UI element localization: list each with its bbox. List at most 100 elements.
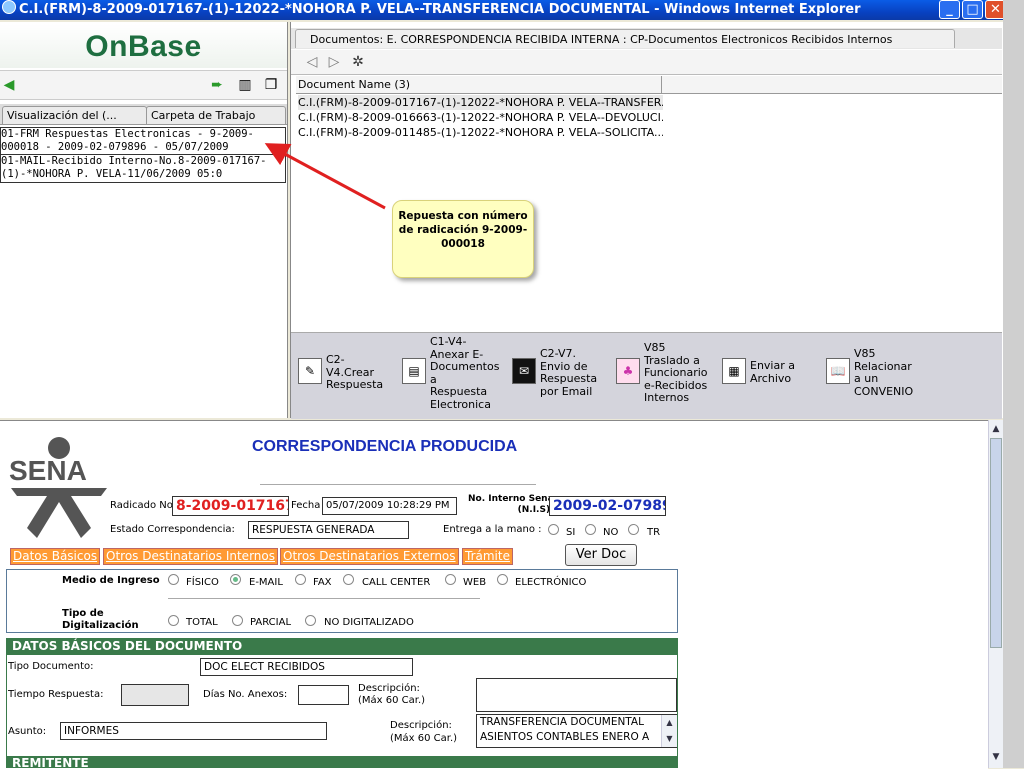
entrega-no-radio[interactable]: [585, 524, 596, 535]
tab-carpeta-trabajo[interactable]: Carpeta de Trabajo: [146, 106, 286, 124]
interno-field[interactable]: 2009-02-079896: [549, 496, 666, 516]
medio-web-label: WEB: [463, 577, 487, 588]
tab-datos-basicos[interactable]: Datos Básicos: [10, 548, 101, 565]
tab-otros-destinatarios-internos[interactable]: Otros Destinatarios Internos: [103, 548, 278, 565]
attach-document-icon: ▤: [402, 358, 426, 384]
create-response-icon: ✎: [298, 358, 322, 384]
tab-tramite[interactable]: Trámite: [462, 548, 513, 565]
archive-icon: ▦: [722, 358, 746, 384]
entrega-si-label: SI: [566, 527, 576, 538]
medio-divider: [168, 598, 480, 599]
action-envio-email[interactable]: ✉ C2-V7. Envio de Respuesta por Email: [508, 336, 608, 414]
vertical-scrollbar[interactable]: ▲ ▼: [988, 420, 1003, 768]
medio-fisico-radio[interactable]: [168, 574, 179, 585]
minimize-button[interactable]: _: [939, 0, 960, 19]
settings-gear-icon[interactable]: ✲: [349, 53, 367, 71]
tiempo-respuesta-label: Tiempo Respuesta:: [8, 689, 104, 700]
entrega-tr-radio[interactable]: [628, 524, 639, 535]
anexos-field[interactable]: [298, 685, 349, 705]
action-relacionar-convenio[interactable]: 📖 V85 Relacionar a un CONVENIO: [822, 336, 932, 414]
split-view-icon[interactable]: ▥: [236, 76, 254, 94]
estado-label: Estado Correspondencia:: [110, 524, 235, 535]
forward-double-arrow-icon[interactable]: ➨: [208, 76, 226, 94]
medio-electronico-label: ELECTRÓNICO: [515, 577, 587, 588]
annotation-callout: Repuesta con número de radicación 9-2009…: [392, 200, 534, 278]
estado-field[interactable]: RESPUESTA GENERADA: [248, 521, 409, 539]
entrega-si-radio[interactable]: [548, 524, 559, 535]
document-row[interactable]: C.I.(FRM)-8-2009-016663-(1)-12022-*NOHOR…: [298, 110, 663, 125]
cascade-view-icon[interactable]: ❐: [262, 76, 280, 94]
descripcion2-textarea[interactable]: TRANSFERENCIA DOCUMENTAL ASIENTOS CONTAB…: [476, 714, 677, 748]
asunto-field[interactable]: INFORMES: [60, 722, 327, 740]
section-header: DATOS BÁSICOS DEL DOCUMENTO: [6, 638, 678, 655]
action-traslado-funcionario[interactable]: ♣ V85 Traslado a Funcionario e-Recibidos…: [612, 336, 716, 414]
sena-logo: SENA: [9, 437, 107, 538]
title-divider: [260, 484, 536, 485]
list-item[interactable]: 01-FRM Respuestas Electronicas - 9-2009-…: [1, 128, 285, 155]
tipo-documento-field[interactable]: DOC ELECT RECIBIDOS: [200, 658, 413, 676]
document-list-header: Document Name (3): [296, 76, 1002, 94]
medio-web-radio[interactable]: [445, 574, 456, 585]
dig-total-radio[interactable]: [168, 615, 179, 626]
ver-doc-button[interactable]: Ver Doc: [565, 544, 637, 566]
action-crear-respuesta[interactable]: ✎ C2- V4.Crear Respuesta: [294, 336, 394, 414]
descripcion-textarea[interactable]: [476, 678, 677, 712]
dig-parcial-radio[interactable]: [232, 615, 243, 626]
onbase-logo: OnBase: [0, 24, 287, 68]
column-separator[interactable]: [661, 76, 662, 93]
navigation-toolbar: ◁ ▷ ✲: [291, 50, 1002, 75]
tipo-documento-label: Tipo Documento:: [8, 661, 94, 672]
entrega-tr-label: TR: [647, 527, 661, 538]
documents-tab[interactable]: Documentos: E. CORRESPONDENCIA RECIBIDA …: [295, 29, 955, 48]
medio-electronico-radio[interactable]: [497, 574, 508, 585]
dig-no-digitalizado-radio[interactable]: [305, 615, 316, 626]
entrega-label: Entrega a la mano :: [443, 524, 542, 535]
radicado-label: Radicado No: [110, 500, 173, 511]
window-title-bar: C.I.(FRM)-8-2009-017167-(1)-12022-*NOHOR…: [0, 0, 1024, 20]
textarea-scrollbar[interactable]: ▲ ▼: [661, 715, 677, 747]
tiempo-respuesta-field[interactable]: [121, 684, 189, 706]
left-toolbar: ◀ ➨ ▥ ❐: [0, 70, 287, 100]
medio-fax-radio[interactable]: [295, 574, 306, 585]
window-edge: [1003, 0, 1024, 768]
ie-icon: [2, 0, 16, 14]
document-row[interactable]: C.I.(FRM)-8-2009-011485-(1)-12022-*NOHOR…: [298, 125, 663, 140]
action-enviar-archivo[interactable]: ▦ Enviar a Archivo: [718, 336, 818, 414]
scroll-thumb[interactable]: [990, 438, 1002, 648]
window-title: C.I.(FRM)-8-2009-017167-(1)-12022-*NOHOR…: [19, 2, 861, 17]
previous-icon[interactable]: ◁: [303, 53, 321, 71]
fecha-label: Fecha: [291, 500, 321, 511]
medio-fax-label: FAX: [313, 577, 332, 588]
tab-otros-destinatarios-externos[interactable]: Otros Destinatarios Externos: [280, 548, 459, 565]
asunto-label: Asunto:: [8, 726, 47, 737]
book-icon: 📖: [826, 358, 850, 384]
medio-label: Medio de Ingreso: [62, 575, 160, 586]
descripcion-label: Descripción: (Máx 60 Car.): [358, 683, 426, 706]
fecha-field[interactable]: 05/07/2009 10:28:29 PM: [322, 497, 457, 515]
document-row[interactable]: C.I.(FRM)-8-2009-017167-(1)-12022-*NOHOR…: [298, 95, 663, 110]
medio-callcenter-radio[interactable]: [343, 574, 354, 585]
annotation-arrow: [264, 143, 386, 210]
action-anexar-documentos[interactable]: ▤ C1-V4- Anexar E- Documentos a Respuest…: [398, 335, 506, 414]
entrega-no-label: NO: [603, 527, 619, 538]
maximize-button[interactable]: □: [962, 0, 983, 19]
svg-text:SENA: SENA: [9, 455, 87, 486]
medio-email-label: E-MAIL: [249, 577, 283, 588]
back-arrow-icon[interactable]: ◀: [0, 76, 18, 94]
medio-email-radio[interactable]: [230, 574, 241, 585]
email-icon: ✉: [512, 358, 536, 384]
dig-parcial-label: PARCIAL: [250, 617, 292, 628]
tab-visualizacion[interactable]: Visualización del (...: [2, 106, 147, 124]
interno-label: No. Interno Sena (N.I.S):: [468, 494, 554, 515]
column-document-name[interactable]: Document Name (3): [298, 77, 410, 92]
remitente-section-header: REMITENTE: [6, 756, 678, 768]
scroll-down-icon[interactable]: ▼: [989, 750, 1003, 764]
dig-total-label: TOTAL: [186, 617, 218, 628]
descripcion2-label: Descripción: (Máx 60 Car.): [390, 720, 458, 744]
transfer-icon: ♣: [616, 358, 640, 384]
list-item[interactable]: 01-MAIL-Recibido Interno-No.8-2009-01716…: [1, 155, 285, 181]
scroll-up-icon[interactable]: ▲: [989, 422, 1003, 436]
next-icon[interactable]: ▷: [325, 53, 343, 71]
radicado-field[interactable]: 8-2009-017167: [172, 496, 289, 516]
dig-no-digitalizado-label: NO DIGITALIZADO: [324, 617, 414, 628]
